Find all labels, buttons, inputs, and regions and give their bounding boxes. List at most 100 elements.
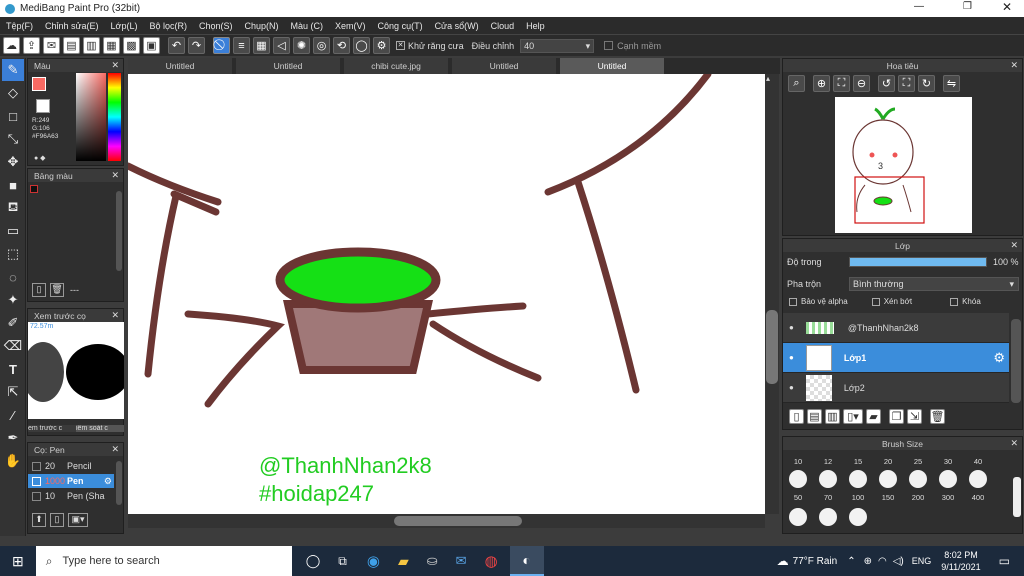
tab-chibi-cute[interactable]: chibi cute.jpg — [344, 58, 448, 74]
snap-parallel-icon[interactable]: ≡ — [233, 37, 250, 54]
scroll-up-icon[interactable]: ▴ — [766, 74, 770, 83]
brush-size-scrollbar[interactable] — [1013, 477, 1021, 517]
wifi-icon[interactable]: ◠ — [878, 556, 887, 567]
menu-filter[interactable]: Bộ lọc(R) — [143, 21, 193, 31]
gear-icon[interactable]: ⚙ — [993, 350, 1005, 366]
comment-icon[interactable]: ✉ — [43, 37, 60, 54]
brush-size-option[interactable]: 150 — [873, 493, 903, 502]
menu-file[interactable]: Tệp(F) — [0, 21, 39, 31]
network-icon[interactable]: ⊕ — [864, 556, 872, 567]
panel-close-icon[interactable]: ✕ — [111, 170, 119, 181]
magic-wand-icon[interactable]: ✦ — [2, 289, 24, 311]
weather-text[interactable]: 77°F Rain — [793, 556, 838, 567]
rotate-left-icon[interactable]: ↺ — [878, 75, 895, 92]
grid-icon[interactable]: ▩ — [123, 37, 140, 54]
brush-size-option[interactable]: 70 — [813, 493, 843, 502]
eye-icon[interactable]: ● — [789, 323, 794, 332]
language-indicator[interactable]: ENG — [912, 556, 932, 566]
trash-icon[interactable]: 🗑 — [50, 283, 64, 297]
snap-curve-icon[interactable]: ⟲ — [333, 37, 350, 54]
zoom-in-icon[interactable]: ⊕ — [813, 75, 830, 92]
menu-window[interactable]: Cửa sổ(W) — [429, 21, 485, 31]
store-icon[interactable]: ⛀ — [427, 553, 438, 569]
menu-help[interactable]: Help — [520, 21, 551, 31]
preview-tab[interactable]: em trước c — [28, 424, 76, 432]
brush-size-dot[interactable] — [849, 470, 867, 488]
select-eraser-icon[interactable]: ⌫ — [2, 335, 24, 357]
minimize-icon[interactable]: — — [914, 1, 924, 12]
snap-radial-icon[interactable]: ✺ — [293, 37, 310, 54]
clock[interactable]: 8:02 PM 9/11/2021 — [941, 549, 980, 573]
panel-close-icon[interactable]: ✕ — [1010, 60, 1018, 71]
brush-tool-icon[interactable]: ✎ — [2, 59, 24, 81]
shape-fill-icon[interactable]: ■ — [2, 174, 24, 196]
duplicate-layer-icon[interactable]: ❐ — [889, 409, 904, 424]
brush-size-dot[interactable] — [969, 470, 987, 488]
adjust-select[interactable]: 40 ▾ — [520, 38, 595, 53]
panel-close-icon[interactable]: ✕ — [1010, 240, 1018, 251]
snap-ellipse-icon[interactable]: ◯ — [353, 37, 370, 54]
medibang-taskbar-icon[interactable]: ◐ — [509, 546, 544, 576]
brush-size-option[interactable]: 400 — [963, 493, 993, 502]
maximize-icon[interactable]: ❐ — [963, 1, 972, 12]
eye-icon[interactable]: ● — [789, 383, 794, 392]
gear-icon[interactable]: ⚙ — [104, 476, 112, 487]
palette-swatch[interactable] — [30, 185, 38, 193]
brush-size-option[interactable]: 12 — [813, 457, 843, 466]
clipping-checkbox[interactable] — [871, 297, 880, 306]
menu-tools[interactable]: Công cụ(T) — [372, 21, 429, 31]
rect-tool-icon[interactable]: □ — [2, 105, 24, 127]
protect-alpha-checkbox[interactable] — [789, 297, 797, 306]
new-page-icon[interactable]: ▯ — [32, 283, 46, 297]
file-explorer-icon[interactable]: ▰ — [398, 553, 409, 570]
flip-icon[interactable]: ⇋ — [943, 75, 960, 92]
antialias-checkbox[interactable]: ✕ — [396, 41, 405, 50]
hue-slider[interactable] — [108, 73, 121, 161]
tab-untitled-active[interactable]: Untitled — [560, 58, 664, 74]
eyedropper-icon[interactable]: ✒ — [2, 427, 24, 449]
control-tab[interactable]: iểm soát c — [76, 424, 124, 432]
layer-add-menu-icon[interactable]: ▯▾ — [843, 409, 863, 424]
brush-size-option[interactable]: 100 — [843, 493, 873, 502]
menu-layer[interactable]: Lớp(L) — [105, 21, 144, 31]
move-tool-icon[interactable]: ✥ — [2, 151, 24, 173]
soft-edge-checkbox[interactable] — [604, 41, 614, 50]
tab-untitled-3[interactable]: Untitled — [452, 58, 556, 74]
panel-close-icon[interactable]: ✕ — [111, 60, 119, 71]
eraser-tool-icon[interactable]: ◇ — [2, 82, 24, 104]
undo-icon[interactable]: ↶ — [168, 37, 185, 54]
menu-view[interactable]: Xem(V) — [329, 21, 372, 31]
brush-scrollbar[interactable] — [116, 461, 122, 505]
fit-screen-icon[interactable]: ⛶ — [898, 75, 915, 92]
volume-icon[interactable]: ◁) — [893, 556, 904, 567]
bucket-tool-icon[interactable]: ⛾ — [2, 197, 24, 219]
menu-select[interactable]: Chọn(S) — [193, 21, 239, 31]
canvas-horizontal-scrollbar[interactable] — [128, 514, 765, 528]
zoom-out-icon[interactable]: ⊖ — [853, 75, 870, 92]
mail-icon[interactable]: ✉ — [456, 553, 467, 569]
add-brush-icon[interactable]: ⬆ — [32, 513, 46, 527]
new-8bit-layer-icon[interactable]: ▥ — [825, 409, 840, 424]
brush-size-option[interactable]: 40 — [963, 457, 993, 466]
panel-close-icon[interactable]: ✕ — [111, 310, 119, 321]
snap-off-icon[interactable]: ⃠ — [213, 37, 230, 54]
menu-color[interactable]: Màu (C) — [285, 21, 330, 31]
brush-size-option[interactable]: 300 — [933, 493, 963, 502]
horizontal-scroll-thumb[interactable] — [394, 516, 522, 526]
delete-layer-icon[interactable]: 🗑 — [930, 409, 945, 424]
blend-select[interactable]: Bình thường ▾ — [849, 277, 1019, 291]
taskbar-search[interactable]: ⌕ Type here to search — [35, 546, 292, 576]
panel-close-icon[interactable]: ✕ — [1010, 438, 1018, 449]
frame-icon[interactable]: ▣ — [143, 37, 160, 54]
task-view-icon[interactable]: ⧉ — [338, 554, 347, 569]
hand-tool-icon[interactable]: ✋ — [2, 450, 24, 472]
select-pen-icon[interactable]: ✐ — [2, 312, 24, 334]
tab-untitled-1[interactable]: Untitled — [128, 58, 232, 74]
redo-icon[interactable]: ↷ — [188, 37, 205, 54]
gradient-tool-icon[interactable]: ▭ — [2, 220, 24, 242]
menu-cloud[interactable]: Cloud — [485, 21, 521, 31]
text-tool-icon[interactable]: T — [2, 358, 24, 380]
actual-size-icon[interactable]: ⛶ — [833, 75, 850, 92]
panel-close-icon[interactable]: ✕ — [111, 444, 119, 455]
brush-size-option[interactable]: 10 — [783, 457, 813, 466]
